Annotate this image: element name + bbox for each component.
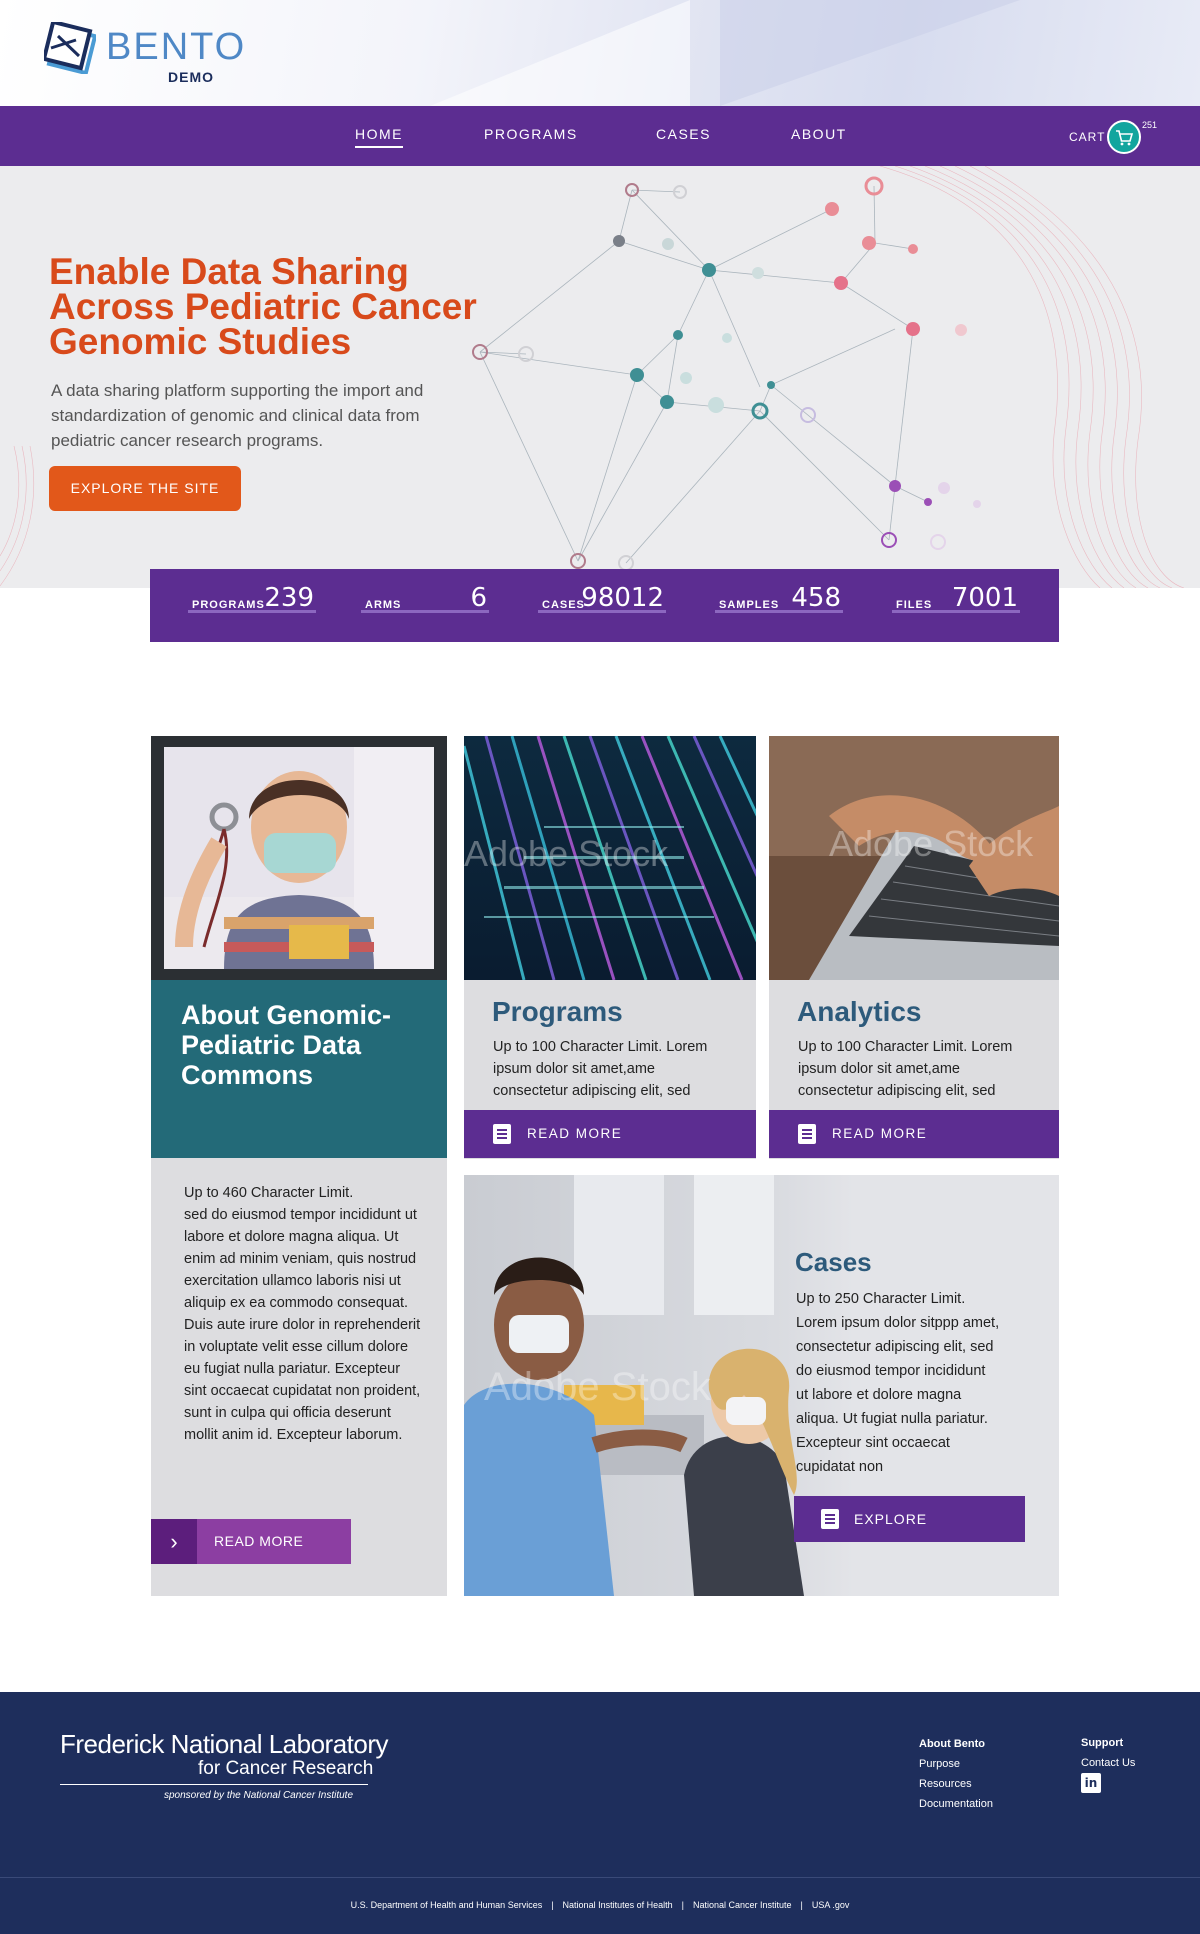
link-nih[interactable]: National Institutes of Health xyxy=(563,1900,673,1910)
footer-link-purpose[interactable]: Purpose xyxy=(919,1758,960,1770)
chevron-right-icon: › xyxy=(151,1519,197,1564)
about-card: About Genomic-Pediatric Data Commons Up … xyxy=(151,736,447,1596)
gov-links: U.S. Department of Health and Human Serv… xyxy=(350,1900,850,1910)
programs-read-more-button[interactable]: READ MORE xyxy=(464,1110,756,1158)
document-icon xyxy=(821,1509,839,1529)
nav-programs[interactable]: PROGRAMS xyxy=(484,126,578,142)
cases-explore-button[interactable]: EXPLORE xyxy=(794,1496,1025,1542)
cases-explore-label: EXPLORE xyxy=(854,1511,928,1527)
stat-label: CASES xyxy=(542,599,585,611)
fnl-sponsor-text: sponsored by the National Cancer Institu… xyxy=(164,1790,353,1801)
main-nav: HOME PROGRAMS CASES ABOUT CART 251 xyxy=(0,106,1200,166)
fnl-logo-divider xyxy=(60,1784,368,1785)
stock-watermark: Adobe Stock xyxy=(829,823,1034,864)
about-read-more-button[interactable]: › READ MORE xyxy=(151,1519,351,1564)
logo-text[interactable]: BENTO xyxy=(106,26,246,69)
cart-count-badge: 251 xyxy=(1142,120,1158,130)
document-icon xyxy=(798,1124,816,1144)
site-header: BENTO DEMO xyxy=(0,0,1200,106)
stat-arms: ARMS 6 xyxy=(361,583,489,613)
analytics-card: Adobe Stock Analytics Up to 100 Characte… xyxy=(769,736,1059,1159)
header-decoration xyxy=(430,0,690,106)
stats-bar: PROGRAMS 239 ARMS 6 CASES 98012 SAMPLES … xyxy=(150,569,1059,642)
cart-label[interactable]: CART xyxy=(1069,130,1105,144)
network-graphic xyxy=(0,166,1185,588)
logo-subtitle: DEMO xyxy=(168,69,214,85)
stat-samples: SAMPLES 458 xyxy=(715,583,843,613)
child-doctor-photo xyxy=(164,747,434,969)
footer-link-documentation[interactable]: Documentation xyxy=(919,1798,993,1810)
hero-banner: Enable Data Sharing Across Pediatric Can… xyxy=(0,166,1200,588)
fnl-logo-subtitle: for Cancer Research xyxy=(198,1758,374,1779)
hero-description: A data sharing platform supporting the i… xyxy=(51,381,424,450)
stat-value: 7001 xyxy=(951,583,1018,613)
programs-card-title: Programs xyxy=(492,996,623,1027)
stat-cases: CASES 98012 xyxy=(538,583,666,613)
stat-programs: PROGRAMS 239 xyxy=(188,583,316,613)
cases-card-title: Cases xyxy=(795,1247,872,1277)
link-usagov[interactable]: USA .gov xyxy=(812,1900,850,1910)
analytics-photo: Adobe Stock xyxy=(769,736,1059,980)
programs-card-body: Up to 100 Character Limit. Lorem ipsum d… xyxy=(493,1039,708,1099)
analytics-read-more-label: READ MORE xyxy=(832,1126,928,1141)
cases-card: Adobe Stock Cases Up to 250 Character Li… xyxy=(464,1175,1059,1596)
footer-bottom-bar: U.S. Department of Health and Human Serv… xyxy=(0,1877,1200,1934)
hero-title: Enable Data Sharing Across Pediatric Can… xyxy=(49,251,477,362)
programs-read-more-label: READ MORE xyxy=(527,1126,623,1141)
about-title: About Genomic-Pediatric Data Commons xyxy=(181,1000,391,1090)
header-decoration xyxy=(720,0,1020,106)
stat-label: FILES xyxy=(896,599,933,611)
about-read-more-label: READ MORE xyxy=(214,1533,304,1549)
stat-value: 458 xyxy=(791,583,841,613)
nav-about[interactable]: ABOUT xyxy=(791,126,847,142)
site-footer: Frederick National Laboratory for Cancer… xyxy=(0,1692,1200,1877)
stock-watermark: Adobe Stock xyxy=(464,833,669,874)
stat-value: 6 xyxy=(470,583,487,613)
stat-files: FILES 7001 xyxy=(892,583,1020,613)
fnl-logo-title[interactable]: Frederick National Laboratory xyxy=(60,1729,389,1760)
explore-site-button[interactable]: EXPLORE THE SITE xyxy=(49,466,241,511)
analytics-card-body: Up to 100 Character Limit. Lorem ipsum d… xyxy=(798,1039,1013,1099)
link-nci[interactable]: National Cancer Institute xyxy=(693,1900,792,1910)
cases-card-body: Up to 250 Character Limit. Lorem ipsum d… xyxy=(796,1291,1000,1475)
footer-support-heading: Support xyxy=(1081,1737,1124,1749)
footer-about-heading: About Bento xyxy=(919,1738,985,1750)
programs-card: Adobe Stock Programs Up to 100 Character… xyxy=(464,736,756,1159)
stock-watermark: Adobe Stock xyxy=(484,1365,712,1409)
about-header: About Genomic-Pediatric Data Commons xyxy=(151,980,447,1158)
stat-value: 98012 xyxy=(581,583,664,613)
footer-link-contact[interactable]: Contact Us xyxy=(1081,1757,1135,1769)
stat-label: ARMS xyxy=(365,599,402,611)
bento-logo-icon[interactable] xyxy=(44,22,96,74)
stat-label: PROGRAMS xyxy=(192,599,265,611)
linkedin-icon[interactable]: in xyxy=(1081,1773,1101,1793)
footer-link-resources[interactable]: Resources xyxy=(919,1778,972,1790)
document-icon xyxy=(493,1124,511,1144)
programs-photo: Adobe Stock xyxy=(464,736,756,980)
about-body: Up to 460 Character Limit. sed do eiusmo… xyxy=(184,1185,421,1443)
analytics-read-more-button[interactable]: READ MORE xyxy=(769,1110,1059,1158)
link-hhs[interactable]: U.S. Department of Health and Human Serv… xyxy=(351,1900,543,1910)
analytics-card-title: Analytics xyxy=(797,996,922,1027)
stat-label: SAMPLES xyxy=(719,599,780,611)
cart-icon[interactable] xyxy=(1107,120,1141,154)
nav-cases[interactable]: CASES xyxy=(656,126,711,142)
nav-home[interactable]: HOME xyxy=(355,126,403,148)
about-photo-frame xyxy=(151,736,447,980)
stat-value: 239 xyxy=(264,583,314,613)
